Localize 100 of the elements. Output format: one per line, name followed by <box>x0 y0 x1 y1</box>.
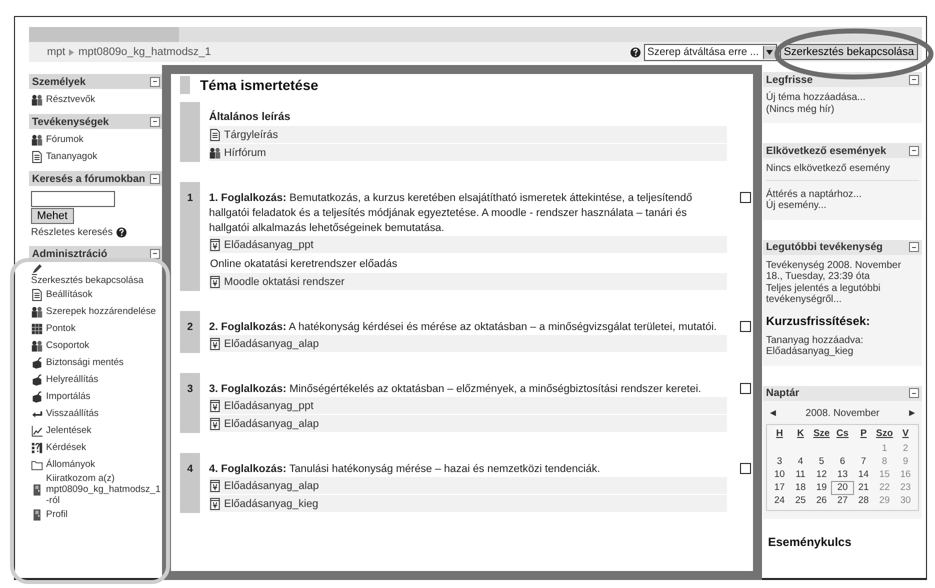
sidebar-link[interactable]: Visszaállítás <box>46 408 99 419</box>
block-title: Legutóbbi tevékenység <box>766 241 883 253</box>
calendar-day[interactable]: 27 <box>832 494 853 506</box>
resource-link[interactable]: Előadásanyag_alap <box>224 480 319 492</box>
weekday-label[interactable]: P <box>853 428 874 438</box>
resource-link[interactable]: Hírfórum <box>224 146 266 158</box>
calendar-day[interactable]: 7 <box>853 456 874 468</box>
update-text: Előadásanyag_kieg <box>766 346 854 358</box>
weekday-label[interactable]: Szo <box>874 428 895 438</box>
sidebar-link[interactable]: Jelentések <box>46 425 92 436</box>
collapse-icon[interactable] <box>909 242 919 252</box>
file-icon <box>209 480 221 492</box>
breadcrumb-link[interactable]: mpt <box>47 46 66 58</box>
collapse-icon[interactable] <box>150 174 160 184</box>
sidebar-link[interactable]: Biztonsági mentés <box>46 357 124 368</box>
block-title: Legfrisse <box>766 74 813 86</box>
month-title: 2008. November <box>806 408 880 418</box>
section-number: 4 <box>187 463 193 475</box>
sidebar-link[interactable]: Résztvevők <box>46 94 96 105</box>
collapse-icon[interactable] <box>909 146 919 156</box>
help-icon[interactable] <box>116 227 127 238</box>
folder-icon <box>31 458 43 470</box>
resource-link[interactable]: Előadásanyag_ppt <box>224 400 314 412</box>
calendar-day[interactable]: 6 <box>832 456 853 468</box>
weekday-label[interactable]: Sze <box>811 428 832 438</box>
calendar-day[interactable]: 24 <box>769 494 790 506</box>
people-icon <box>31 306 43 318</box>
go-button[interactable]: Mehet <box>31 208 74 224</box>
calendar-day[interactable]: 14 <box>853 468 874 480</box>
breadcrumb-link[interactable]: mpt0809o_kg_hatmodsz_1 <box>78 46 212 58</box>
highlight-checkbox[interactable] <box>740 192 751 203</box>
resource-link[interactable]: Előadásanyag_ppt <box>224 238 314 250</box>
sidebar-link[interactable]: Fórumok <box>46 134 84 145</box>
collapse-icon[interactable] <box>909 388 919 398</box>
calendar-day[interactable]: 10 <box>769 468 790 480</box>
help-icon[interactable] <box>630 46 642 58</box>
previous-month-button[interactable]: ◄ <box>768 408 778 418</box>
calendar-day[interactable]: 12 <box>811 468 832 480</box>
collapse-icon[interactable] <box>150 116 160 126</box>
sidebar-link[interactable]: Szerkesztés bekapcsolása <box>31 275 144 286</box>
sidebar-link[interactable]: Csoportok <box>46 340 90 351</box>
calendar-day[interactable]: 11 <box>790 468 811 480</box>
edit-mode-button[interactable]: Szerkesztés bekapcsolása <box>780 44 918 60</box>
sidebar-link[interactable]: Szerepek hozzárendelése <box>46 306 156 317</box>
highlight-checkbox[interactable] <box>740 321 751 332</box>
resource-link[interactable]: Előadásanyag_kieg <box>224 498 318 510</box>
sidebar-link[interactable]: Kérdések <box>46 442 86 453</box>
resource-link[interactable]: Moodle oktatási rendszer <box>224 276 345 288</box>
weekday-label[interactable]: K <box>790 428 811 438</box>
sidebar-link[interactable]: Állományok <box>46 459 96 470</box>
calendar-day[interactable]: 19 <box>811 482 832 494</box>
section-heading: Téma ismertetése <box>200 77 318 93</box>
resource-link[interactable]: Tárgyleírás <box>224 128 278 140</box>
weekday-label[interactable]: H <box>769 428 790 438</box>
section-summary: 4. Foglalkozás: Tanulási hatékonyság mérése – hazai és nemzetközi tendenciák. <box>209 462 602 477</box>
block-title: Elkövetkező események <box>766 144 886 156</box>
box-icon <box>31 356 43 368</box>
calendar-day[interactable]: 17 <box>769 482 790 494</box>
sidebar-link[interactable]: Beállítások <box>46 289 92 300</box>
document-icon <box>209 128 221 140</box>
calendar-day[interactable]: 13 <box>832 468 853 480</box>
weekday-label[interactable]: V <box>895 428 916 438</box>
document-icon <box>31 150 43 162</box>
calendar-day[interactable]: 5 <box>811 456 832 468</box>
file-icon <box>209 418 221 430</box>
calendar-day[interactable]: 26 <box>811 494 832 506</box>
collapse-icon[interactable] <box>909 74 919 84</box>
calendar-day[interactable]: 20 <box>832 482 853 494</box>
role-select[interactable]: Szerep átváltása erre ... <box>644 44 777 60</box>
question-icon <box>31 442 43 454</box>
collapse-icon[interactable] <box>150 76 160 86</box>
advanced-search-link[interactable]: Részletes keresés <box>31 227 113 238</box>
next-month-button[interactable]: ► <box>907 408 917 418</box>
breadcrumb-arrow-icon <box>69 48 74 56</box>
calendar-day[interactable]: 25 <box>790 494 811 506</box>
sidebar-link[interactable]: Importálás <box>46 391 90 402</box>
calendar-day[interactable]: 18 <box>790 482 811 494</box>
highlight-checkbox[interactable] <box>740 463 751 474</box>
sidebar-link[interactable]: Tananyagok <box>46 151 98 162</box>
section-number: 2 <box>187 321 193 333</box>
resource-link[interactable]: Előadásanyag_alap <box>224 338 319 350</box>
highlight-checkbox[interactable] <box>740 383 751 394</box>
collapse-icon[interactable] <box>150 248 160 258</box>
dropdown-arrow-icon <box>766 50 774 54</box>
resource-link[interactable]: Előadásanyag_alap <box>224 418 319 430</box>
calendar-day[interactable]: 3 <box>769 456 790 468</box>
sidebar-link[interactable]: Helyreállítás <box>46 374 98 385</box>
weekday-label[interactable]: Cs <box>832 428 853 438</box>
people-icon <box>209 146 221 158</box>
sidebar-link[interactable]: Kiiratkozom a(z) mpt0809o_kg_hatmodsz_1 -ról <box>46 473 161 506</box>
door-icon <box>31 484 43 496</box>
calendar-day[interactable]: 21 <box>853 482 874 494</box>
section-summary: 3. Foglalkozás: Minőségértékelés az oktatásban – előzmények, a minőségbiztosítási rendszer keretei. <box>209 382 702 397</box>
sidebar-link[interactable]: Pontok <box>46 323 76 334</box>
calendar-day[interactable]: 4 <box>790 456 811 468</box>
search-field[interactable] <box>31 191 115 207</box>
sidebar-link[interactable]: Profil <box>46 509 68 520</box>
block-link[interactable]: Áttérés a naptárhoz... <box>766 188 919 200</box>
block-link[interactable]: Új esemény... <box>766 200 919 212</box>
calendar-day[interactable]: 28 <box>853 494 874 506</box>
